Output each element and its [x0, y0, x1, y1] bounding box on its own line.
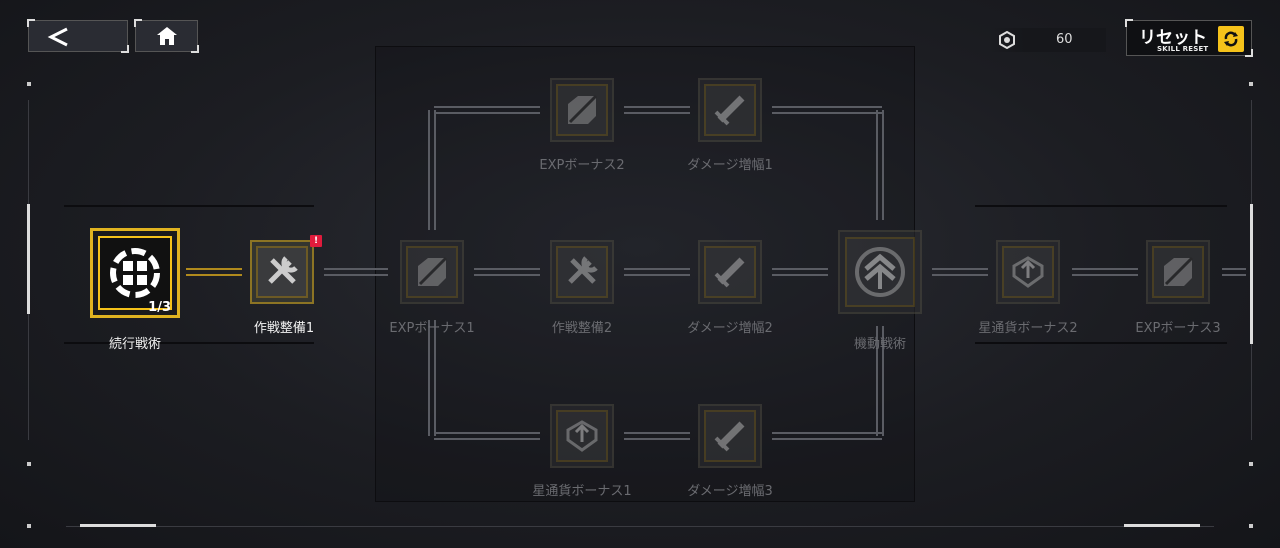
frame-dot — [27, 524, 31, 528]
home-icon — [156, 27, 177, 45]
skill-node-start[interactable]: 1/3 — [90, 228, 180, 318]
right-frame-highlight — [1250, 204, 1253, 344]
skill-reset-button[interactable]: リセット SKILL RESET — [1125, 19, 1253, 57]
notification-badge: ! — [310, 235, 322, 247]
bottom-frame-line — [66, 526, 1214, 527]
chevron-emblem-icon — [855, 247, 905, 297]
connector — [932, 268, 988, 276]
exp-arrow-icon — [1164, 256, 1194, 286]
connector — [1222, 268, 1246, 276]
skill-node-mobile-tactics[interactable] — [838, 230, 922, 314]
skill-label-bot1: 星通貨ボーナス1 — [532, 484, 632, 499]
home-button[interactable] — [134, 19, 199, 53]
connector — [428, 320, 436, 436]
region-line — [64, 205, 314, 207]
connector — [876, 110, 884, 220]
frame-dot — [1249, 524, 1253, 528]
skill-label-n2: EXPボーナス1 — [389, 321, 475, 336]
skill-node-star-currency-bonus-1[interactable] — [550, 404, 614, 468]
connector — [624, 432, 690, 440]
skill-node-operation-maintenance-2[interactable] — [550, 240, 614, 304]
connector — [772, 432, 882, 440]
sword-icon — [714, 257, 745, 288]
wrench-icon — [568, 256, 598, 284]
skill-node-exp-bonus-1[interactable] — [400, 240, 464, 304]
wrench-icon — [268, 256, 298, 284]
region-line — [975, 342, 1227, 344]
currency-display: 60 — [990, 28, 1106, 52]
back-button[interactable] — [27, 19, 129, 53]
tactics-cross-icon — [110, 248, 160, 298]
sword-icon — [714, 421, 745, 452]
skill-node-exp-bonus-2[interactable] — [550, 78, 614, 142]
connector — [624, 106, 690, 114]
connector — [772, 268, 828, 276]
connector — [772, 106, 882, 114]
shield-arrow-icon — [1012, 256, 1044, 288]
sword-icon — [714, 95, 745, 126]
back-arrow-icon — [47, 27, 68, 47]
skill-node-operation-maintenance-1[interactable] — [250, 240, 314, 304]
frame-dot — [27, 82, 31, 86]
reset-icon — [1218, 26, 1244, 52]
frame-dot — [1249, 82, 1253, 86]
skill-label-top2: ダメージ増幅1 — [687, 158, 773, 173]
skill-label-n3: 作戦整備2 — [551, 321, 613, 336]
skill-node-exp-bonus-3[interactable] — [1146, 240, 1210, 304]
skill-node-damage-boost-3[interactable] — [698, 404, 762, 468]
left-frame-highlight — [27, 204, 30, 314]
exp-arrow-icon — [568, 94, 598, 124]
skill-label-n4: ダメージ増幅2 — [687, 321, 773, 336]
skill-node-star-currency-bonus-2[interactable] — [996, 240, 1060, 304]
skill-node-damage-boost-2[interactable] — [698, 240, 762, 304]
currency-value: 60 — [1056, 32, 1073, 47]
gear-token-icon — [999, 31, 1015, 49]
skill-label-n7: EXPボーナス3 — [1135, 321, 1221, 336]
exp-arrow-icon — [418, 256, 448, 286]
skill-label-n6: 星通貨ボーナス2 — [978, 321, 1078, 336]
bottom-frame-highlight-right — [1124, 524, 1200, 527]
skill-label-hub: 機動戦術 — [853, 337, 906, 352]
connector — [434, 106, 540, 114]
reset-sublabel: SKILL RESET — [1157, 45, 1209, 53]
connector — [474, 268, 540, 276]
connector — [428, 110, 436, 230]
bottom-frame-highlight-left — [80, 524, 156, 527]
frame-dot — [1249, 462, 1253, 466]
connector — [324, 268, 388, 276]
connector — [434, 432, 540, 440]
connector — [624, 268, 690, 276]
skill-node-damage-boost-1[interactable] — [698, 78, 762, 142]
connector — [186, 268, 242, 276]
skill-label-start: 続行戦術 — [108, 337, 161, 352]
frame-dot — [27, 462, 31, 466]
skill-label-n1: 作戦整備1 — [253, 321, 315, 336]
region-line — [975, 205, 1227, 207]
skill-label-top1: EXPボーナス2 — [539, 158, 625, 173]
shield-arrow-icon — [566, 420, 598, 452]
connector — [1072, 268, 1138, 276]
skill-label-bot2: ダメージ増幅3 — [687, 484, 773, 499]
skill-level: 1/3 — [148, 300, 171, 315]
